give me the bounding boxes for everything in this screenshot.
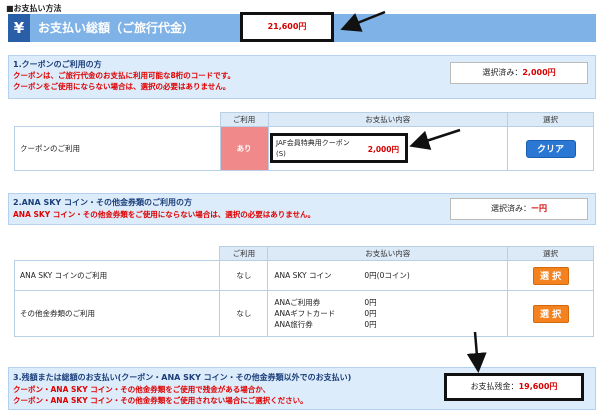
coupon-detail-box: JAF会員特典用クーポン(S) 2,000円 [270, 133, 408, 163]
remaining-balance-box: お支払残金：19,600円 [444, 373, 584, 401]
voucher-select-button[interactable]: 選 択 [532, 304, 569, 323]
table-row: その他金券類のご利用 なし ANAご利用券 0円 ANAギフトカード 0円 AN… [13, 290, 594, 337]
total-amount: 21,600円 [240, 12, 334, 42]
list-item: ANA SKY コイン 0円(0コイン) [268, 270, 507, 281]
yen-icon: ¥ [8, 14, 30, 42]
ana-note: ANA SKY コイン・その他金券類をご使用にならない場合は、選択の必要はありま… [13, 210, 316, 219]
ana-selected-prefix: 選択済み： [491, 204, 531, 213]
coupon-note-1: クーポンは、ご旅行代金のお支払に利用可能な8桁のコードです。 [13, 71, 235, 80]
ana-header-content: お支払い内容 [267, 246, 509, 261]
list-item: ANAご利用券 0円 [268, 297, 507, 308]
coupon-use-status: あり [219, 126, 269, 171]
voucher-item-name: ANAご利用券 [274, 298, 321, 307]
ana-coin-row-label: ANA SKY コインのご利用 [13, 260, 221, 291]
coupon-clear-button[interactable]: クリア [525, 139, 576, 158]
page-title: ■お支払い方法 [6, 4, 62, 13]
voucher-use-status: なし [219, 290, 269, 337]
coupon-header-use: ご利用 [219, 112, 269, 127]
list-item: ANAギフトカード 0円 [268, 308, 507, 319]
remaining-prefix: お支払残金： [470, 382, 519, 391]
coupon-header-select: 選択 [507, 112, 594, 127]
voucher-item-value: 0円 [364, 320, 377, 329]
voucher-item-name: ANA旅行券 [274, 320, 313, 329]
total-label: お支払い総額（ご旅行代金） [38, 21, 195, 35]
coupon-selected-prefix: 選択済み： [482, 68, 523, 77]
coupon-note-2: クーポンをご使用にならない場合は、選択の必要はありません。 [13, 82, 231, 91]
coupon-row-label: クーポンのご利用 [14, 126, 221, 171]
arrow-to-remaining-icon [466, 331, 487, 373]
voucher-row-label: その他金券類のご利用 [13, 290, 221, 337]
table-row: ANA SKY コインのご利用 なし ANA SKY コイン 0円(0コイン) … [13, 260, 594, 291]
ana-coin-select-button[interactable]: 選 択 [532, 266, 569, 285]
voucher-item-name: ANAギフトカード [274, 309, 336, 318]
coupon-section-title: 1.クーポンのご利用の方 [13, 60, 102, 69]
ana-coin-item-value: 0円(0コイン) [364, 271, 410, 280]
ana-header-use: ご利用 [219, 246, 269, 261]
ana-coin-use-status: なし [219, 260, 269, 291]
voucher-item-value: 0円 [364, 309, 377, 318]
ana-section-title: 2.ANA SKY コイン・その他金券類のご利用の方 [13, 198, 193, 207]
list-item: ANA旅行券 0円 [268, 319, 507, 330]
coupon-item-amount: 2,000円 [367, 145, 399, 154]
balance-note-1: クーポン・ANA SKY コイン・その他金券類をご使用で残金がある場合か、 [13, 385, 271, 394]
coupon-item-name: JAF会員特典用クーポン(S) [276, 139, 350, 158]
coupon-selected-amount: 2,000円 [522, 68, 556, 77]
ana-table: ご利用 お支払い内容 選択 ANA SKY コインのご利用 なし ANA SKY… [13, 246, 594, 337]
voucher-item-value: 0円 [364, 298, 377, 307]
coupon-selected-box: 選択済み：2,000円 [450, 62, 588, 84]
coupon-header-content: お支払い内容 [267, 112, 509, 127]
balance-note-2: クーポン・ANA SKY コイン・その他金券類をご使用されない場合にご選択くださ… [13, 396, 308, 405]
remaining-amount: 19,600円 [518, 382, 558, 391]
ana-header-select: 選択 [507, 246, 594, 261]
ana-selected-amount: ー円 [531, 204, 547, 213]
balance-section-title: 3.残額または総額のお支払い(クーポン・ANA SKY コイン・その他金券類以外… [13, 373, 352, 382]
ana-selected-box: 選択済み：ー円 [450, 198, 588, 220]
ana-coin-item-name: ANA SKY コイン [274, 271, 332, 280]
